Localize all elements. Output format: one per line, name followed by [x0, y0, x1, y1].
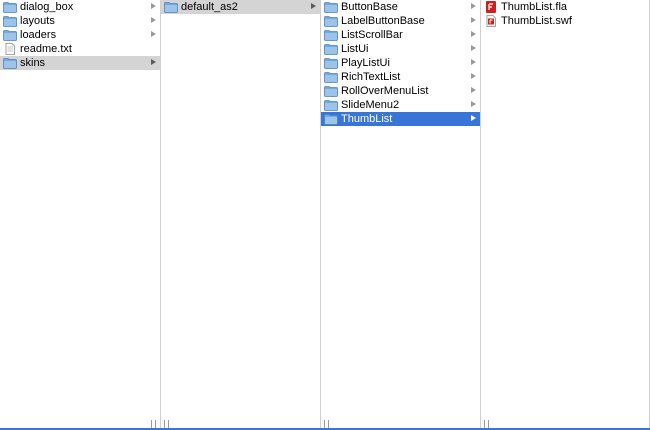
item-label: PlayListUi [341, 57, 390, 69]
list-item-rollovermenulist[interactable]: RollOverMenuList [321, 84, 480, 98]
folder-icon [3, 57, 17, 69]
fla-file-icon [484, 1, 498, 13]
folder-icon [324, 15, 338, 27]
folder-icon [324, 29, 338, 41]
folder-icon [324, 99, 338, 111]
list-item-layouts[interactable]: layouts [0, 14, 160, 28]
list-item-readme-txt[interactable]: readme.txt [0, 42, 160, 56]
column-resize-handle[interactable] [324, 420, 329, 428]
disclosure-arrow-icon [471, 73, 476, 79]
disclosure-arrow-icon [151, 17, 156, 23]
swf-file-icon [484, 15, 498, 27]
list-item-listscrollbar[interactable]: ListScrollBar [321, 28, 480, 42]
disclosure-arrow-icon [471, 115, 476, 121]
list-item-thumblist-fla[interactable]: ThumbList.fla [481, 0, 649, 14]
item-label: SlideMenu2 [341, 99, 400, 111]
list-item-labelbuttonbase[interactable]: LabelButtonBase [321, 14, 480, 28]
list-item-loaders[interactable]: loaders [0, 28, 160, 42]
column-1-list[interactable]: default_as2 [161, 0, 320, 416]
item-label: ListScrollBar [341, 29, 403, 41]
folder-icon [3, 29, 17, 41]
folder-icon [324, 85, 338, 97]
disclosure-arrow-icon [471, 59, 476, 65]
column-resize-handle[interactable] [164, 420, 169, 428]
disclosure-arrow-icon [151, 31, 156, 37]
item-label: ThumbList [341, 113, 393, 125]
item-label: readme.txt [20, 43, 72, 55]
text-file-icon [3, 43, 17, 55]
item-label: layouts [20, 15, 55, 27]
disclosure-arrow-icon [151, 59, 156, 65]
disclosure-arrow-icon [151, 3, 156, 9]
item-label: dialog_box [20, 1, 74, 13]
column-3[interactable]: ThumbList.fla ThumbList.swf [481, 0, 650, 430]
disclosure-arrow-icon [311, 3, 316, 9]
folder-icon [324, 71, 338, 83]
list-item-buttonbase[interactable]: ButtonBase [321, 0, 480, 14]
item-label: skins [20, 57, 46, 69]
list-item-dialog-box[interactable]: dialog_box [0, 0, 160, 14]
disclosure-arrow-icon [471, 87, 476, 93]
column-3-list[interactable]: ThumbList.fla ThumbList.swf [481, 0, 649, 416]
list-item-default-as2[interactable]: default_as2 [161, 0, 320, 14]
item-label: ButtonBase [341, 1, 398, 13]
disclosure-arrow-icon [471, 3, 476, 9]
item-label: RichTextList [341, 71, 401, 83]
disclosure-arrow-icon [471, 17, 476, 23]
list-item-listui[interactable]: ListUi [321, 42, 480, 56]
list-item-richtextlist[interactable]: RichTextList [321, 70, 480, 84]
list-item-thumblist[interactable]: ThumbList [321, 112, 480, 126]
item-label: LabelButtonBase [341, 15, 425, 27]
column-1[interactable]: default_as2 [161, 0, 321, 430]
folder-icon [3, 15, 17, 27]
list-item-playlistui[interactable]: PlayListUi [321, 56, 480, 70]
disclosure-arrow-icon [471, 31, 476, 37]
column-0-list[interactable]: dialog_boxlayouts loaders readme.txt skins [0, 0, 160, 416]
disclosure-arrow-icon [471, 101, 476, 107]
item-label: RollOverMenuList [341, 85, 429, 97]
list-item-slidemenu2[interactable]: SlideMenu2 [321, 98, 480, 112]
list-item-skins[interactable]: skins [0, 56, 160, 70]
column-0[interactable]: dialog_boxlayouts loaders readme.txt skins [0, 0, 161, 430]
column-2[interactable]: ButtonBase LabelButtonBase ListScrollBar Li… [321, 0, 481, 430]
item-label: default_as2 [181, 1, 238, 13]
item-label: loaders [20, 29, 57, 41]
disclosure-arrow-icon [471, 45, 476, 51]
folder-icon [324, 43, 338, 55]
folder-icon [324, 57, 338, 69]
folder-icon [164, 1, 178, 13]
item-label: ThumbList.fla [501, 1, 568, 13]
column-resize-handle[interactable] [151, 420, 156, 428]
folder-icon [324, 1, 338, 13]
folder-icon [3, 1, 17, 13]
column-resize-handle[interactable] [484, 420, 489, 428]
column-2-list[interactable]: ButtonBase LabelButtonBase ListScrollBar Li… [321, 0, 480, 416]
list-item-thumblist-swf[interactable]: ThumbList.swf [481, 14, 649, 28]
item-label: ListUi [341, 43, 369, 55]
folder-icon [324, 113, 338, 125]
item-label: ThumbList.swf [501, 15, 572, 27]
